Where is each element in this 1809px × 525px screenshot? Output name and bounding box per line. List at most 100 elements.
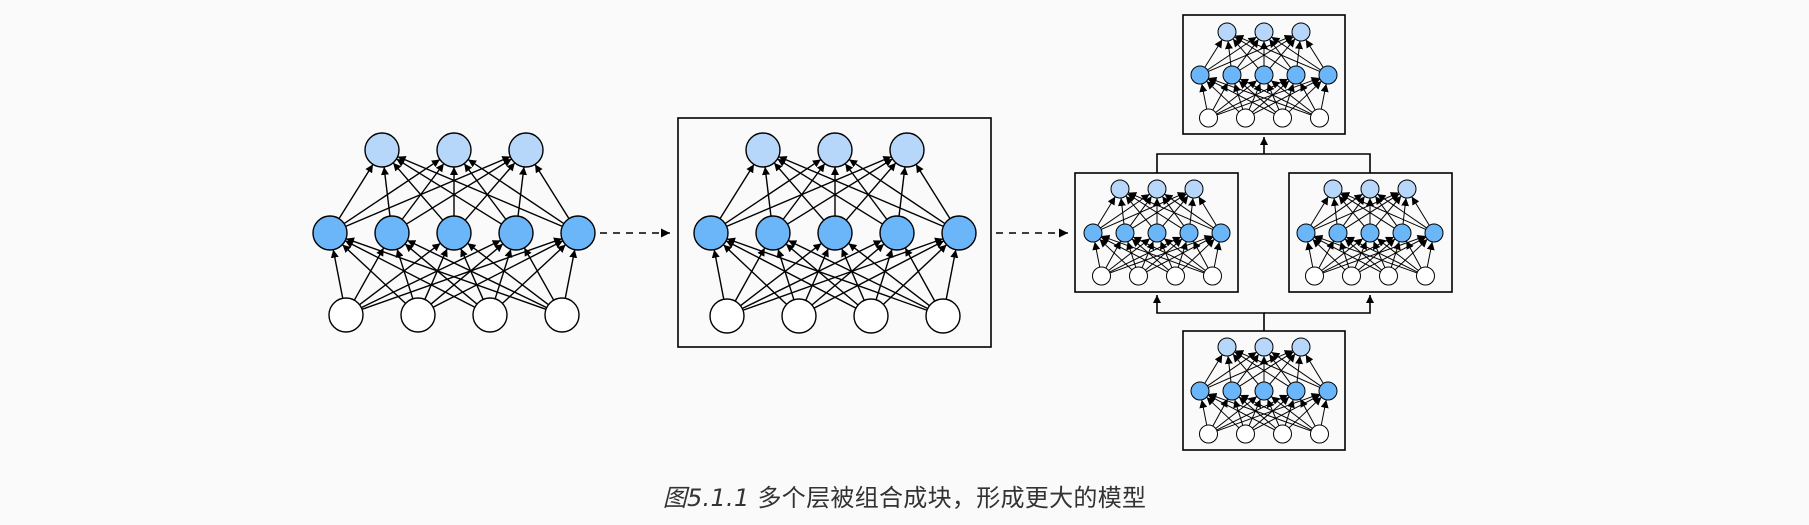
hidden-neuron [1222, 65, 1242, 85]
hidden-neuron [1360, 223, 1380, 243]
connection-arrow [711, 249, 725, 300]
output-neuron [1147, 179, 1167, 199]
hidden-neuron [1318, 65, 1338, 85]
hidden-neuron [1222, 381, 1242, 401]
hidden-neuron [436, 215, 472, 251]
connection-arrow [725, 240, 857, 309]
connection-arrow [463, 163, 507, 220]
network-block-middle-left [1083, 179, 1231, 286]
hidden-neuron [755, 215, 791, 251]
connection-arrow [1268, 38, 1292, 69]
connection-arrow [1192, 240, 1209, 269]
input-neuron [400, 297, 436, 333]
network-block-top [1190, 22, 1338, 128]
hidden-neuron [693, 215, 729, 251]
hidden-neuron [1254, 381, 1274, 401]
network-block-middle-right [1296, 179, 1444, 286]
network-in-block [693, 132, 977, 334]
output-neuron [1254, 22, 1274, 42]
hidden-neuron [941, 215, 977, 251]
network-block-bottom [1190, 337, 1338, 444]
connection-arrow [464, 162, 516, 221]
input-neuron [709, 298, 745, 334]
connection-arrow [330, 249, 344, 299]
hidden-neuron [817, 215, 853, 251]
connection-arrow [904, 247, 936, 302]
connection-arrow [1377, 193, 1427, 229]
diagram-figure [312, 14, 1453, 451]
connection-arrow [1164, 193, 1214, 229]
output-neuron [1291, 22, 1311, 42]
input-neuron [1379, 266, 1398, 286]
connection-arrow [401, 163, 445, 220]
hidden-neuron [1147, 223, 1167, 243]
caption-text: 多个层被组合成块，形成更大的模型 [757, 484, 1147, 512]
hidden-neuron [1190, 65, 1210, 85]
output-neuron [817, 132, 853, 168]
output-neuron [508, 132, 544, 168]
input-neuron [1342, 266, 1361, 286]
hidden-neuron [1254, 65, 1274, 85]
input-neuron [781, 298, 817, 334]
connection-arrow [1213, 241, 1222, 268]
output-neuron [436, 132, 472, 168]
connection-arrow [813, 240, 945, 309]
hidden-neuron [1190, 381, 1210, 401]
hidden-neuron [1286, 381, 1306, 401]
connection-arrow [1204, 354, 1223, 384]
connection-arrow [1268, 353, 1292, 385]
input-neuron [1273, 424, 1292, 444]
connection-arrow [1212, 82, 1229, 111]
caption-number: 图5.1.1 [662, 484, 750, 512]
hidden-neuron [1083, 223, 1103, 243]
output-neuron [1217, 22, 1237, 42]
connection-arrow [1374, 195, 1398, 227]
hidden-neuron [1115, 223, 1135, 243]
input-neuron [1199, 424, 1218, 444]
input-neuron [925, 298, 961, 334]
connection-arrow [1310, 196, 1329, 226]
hidden-neuron [312, 215, 348, 251]
input-neuron [1310, 108, 1329, 128]
connection-arrow [1236, 353, 1260, 385]
output-neuron [745, 132, 781, 168]
connection-arrow [848, 158, 946, 225]
connection-arrow [945, 249, 959, 300]
connection-arrow [734, 247, 766, 302]
connection-arrow [1236, 38, 1260, 69]
input-neuron [544, 297, 580, 333]
output-neuron [1291, 337, 1311, 357]
input-neuron [1236, 108, 1255, 128]
output-neuron [1323, 179, 1343, 199]
connector-bottom-to-right [1264, 295, 1374, 314]
connection-arrow [719, 164, 755, 219]
connection-arrow [523, 247, 555, 301]
input-neuron [853, 298, 889, 334]
output-neuron [1110, 179, 1130, 199]
input-neuron [328, 297, 364, 333]
connector-bottom-to-left [1153, 295, 1265, 331]
output-neuron [364, 132, 400, 168]
connection-arrow [1204, 39, 1223, 68]
hidden-neuron [879, 215, 915, 251]
connection-arrow [1092, 241, 1101, 268]
output-neuron [1184, 179, 1204, 199]
hidden-neuron [560, 215, 596, 251]
connection-arrow [1342, 195, 1366, 227]
connection-arrow [1426, 241, 1435, 268]
hidden-neuron [1392, 223, 1412, 243]
connection-arrow [1271, 36, 1321, 71]
connection-arrow [1199, 399, 1208, 426]
connection-arrow [845, 162, 897, 221]
connection-arrow [782, 163, 826, 220]
output-neuron [889, 132, 925, 168]
connection-arrow [1318, 240, 1335, 269]
input-neuron [1305, 266, 1324, 286]
hidden-neuron [1318, 381, 1338, 401]
connection-arrow [344, 240, 476, 308]
hidden-neuron [374, 215, 410, 251]
connection-arrow [1299, 82, 1316, 111]
connection-arrow [1405, 240, 1422, 269]
connection-arrow [1129, 195, 1153, 227]
connection-arrow [338, 164, 374, 219]
